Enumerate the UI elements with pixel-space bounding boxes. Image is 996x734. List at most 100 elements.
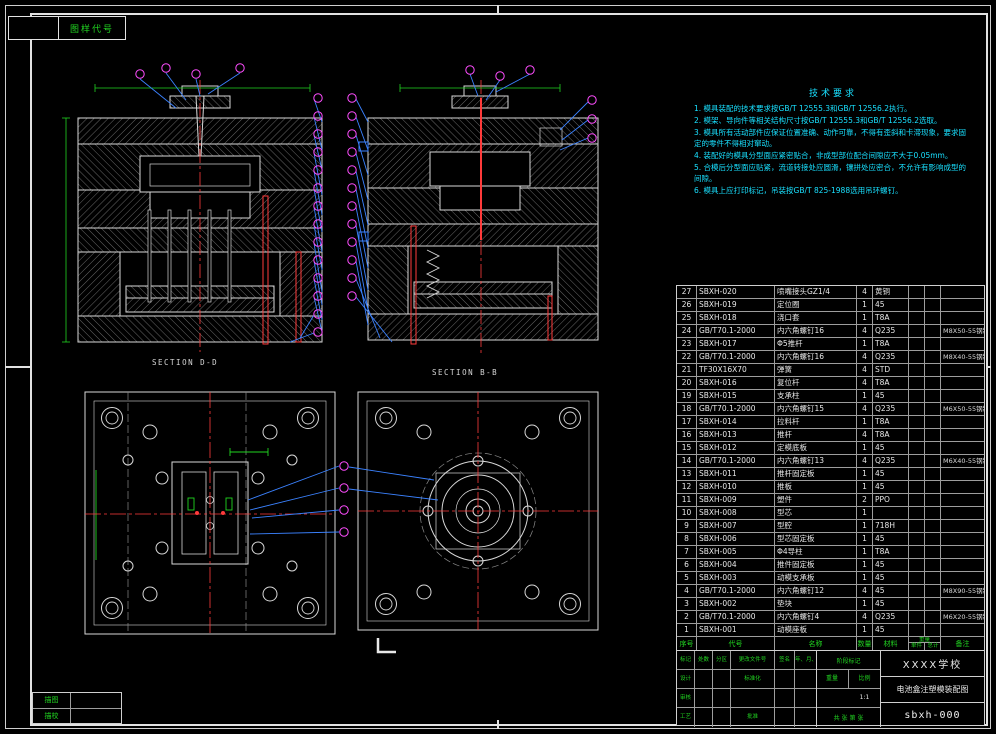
part-remark: M8X50-55钢制 [943, 327, 984, 335]
check-cell [795, 689, 817, 707]
revision-cell: 年、月、日 [795, 657, 817, 663]
part-number: 9 [677, 520, 697, 532]
part-qty: 4 [857, 611, 873, 623]
part-number: 21 [677, 364, 697, 376]
design-cell: 设计 [677, 670, 695, 688]
table-row: 3 SBXH-002 垫块 1 45 [677, 598, 984, 611]
part-code: SBXH-011 [697, 468, 775, 480]
part-number: 24 [677, 325, 697, 337]
part-code: SBXH-009 [697, 494, 775, 506]
tracing-blank-1 [71, 693, 121, 708]
part-qty: 1 [857, 520, 873, 532]
part-code: SBXH-002 [697, 598, 775, 610]
part-total-weight [925, 494, 941, 506]
tracing-block: 描图 描校 [32, 692, 122, 724]
part-remark: M6X40-55钢制 [943, 457, 984, 465]
part-remark [941, 312, 984, 324]
part-total-weight [925, 364, 941, 376]
part-material: Q235 [873, 351, 909, 363]
part-qty: 1 [857, 442, 873, 454]
part-unit-weight [909, 442, 925, 454]
part-unit-weight [909, 286, 925, 298]
part-remark: M6X20-55钢制 [943, 613, 984, 621]
part-unit-weight [909, 390, 925, 402]
part-material: Q235 [873, 403, 909, 415]
part-unit-weight [909, 325, 925, 337]
part-code: SBXH-004 [697, 559, 775, 571]
part-material: Q235 [873, 611, 909, 623]
process-cell [695, 708, 713, 727]
table-row: 25 SBXH-018 浇口套 1 T8A [677, 312, 984, 325]
part-remark [941, 507, 984, 519]
part-name: 内六角螺钉15 [775, 403, 857, 415]
part-qty: 4 [857, 351, 873, 363]
plan2-leaders [348, 466, 439, 501]
part-unit-weight [909, 364, 925, 376]
part-number: 8 [677, 533, 697, 545]
part-name: 内六角螺钉16 [775, 325, 857, 337]
part-qty: 4 [857, 325, 873, 337]
part-material: 45 [873, 299, 909, 311]
table-row: 22 GB/T70.1-2000 内六角螺钉16 4 Q235 M8X40-55… [677, 351, 984, 364]
part-code: SBXH-010 [697, 481, 775, 493]
part-remark [941, 494, 984, 506]
note-line: 6. 模具上应打印标记，吊装按GB/T 825-1988选用吊环螺钉。 [694, 186, 903, 195]
revision-cell: 分区 [713, 651, 731, 669]
part-code: SBXH-017 [697, 338, 775, 350]
part-total-weight [925, 403, 941, 415]
plan1-leaders [247, 465, 340, 535]
header-no: 序号 [677, 637, 697, 650]
part-number: 23 [677, 338, 697, 350]
revision-cell: 标记 [677, 651, 695, 669]
part-remark [941, 299, 984, 311]
part-code: SBXH-012 [697, 442, 775, 454]
part-name: Φ5推杆 [775, 338, 857, 350]
part-name: 塑件 [775, 494, 857, 506]
part-qty: 1 [857, 390, 873, 402]
note-line: 2. 模架、导向件等相关结构尺寸按GB/T 12555.3和GB/T 12556… [694, 116, 942, 125]
design-row: 设计 标准化 [677, 670, 816, 689]
scale-value: 1:1 [859, 694, 870, 701]
table-row: 20 SBXH-016 复位杆 4 T8A [677, 377, 984, 390]
part-number: 27 [677, 286, 697, 298]
table-row: 8 SBXH-006 型芯固定板 1 45 [677, 533, 984, 546]
header-qty: 数量 [857, 637, 873, 650]
part-name: 动模座板 [775, 624, 857, 636]
part-number: 6 [677, 559, 697, 571]
part-qty: 2 [857, 494, 873, 506]
plan1-centerlines [85, 392, 335, 634]
part-name: 定模底板 [775, 442, 857, 454]
part-material: 45 [873, 572, 909, 584]
part-total-weight [925, 377, 941, 389]
part-total-weight [925, 416, 941, 428]
section-label-dd: SECTION D-D [152, 358, 219, 367]
part-material: 45 [873, 598, 909, 610]
part-code: SBXH-016 [697, 377, 775, 389]
part-material: 黄铜 [873, 286, 909, 298]
drawing-code-blank [9, 17, 59, 39]
part-code: GB/T70.1-2000 [697, 585, 775, 597]
part-qty: 1 [857, 507, 873, 519]
header-total: 总计 [927, 643, 939, 649]
part-code: SBXH-003 [697, 572, 775, 584]
part-unit-weight [909, 533, 925, 545]
part-code: SBXH-019 [697, 299, 775, 311]
part-unit-weight [909, 351, 925, 363]
part-qty: 1 [857, 338, 873, 350]
part-material: 45 [873, 442, 909, 454]
part-total-weight [925, 351, 941, 363]
part-number: 15 [677, 442, 697, 454]
part-remark [941, 390, 984, 402]
part-name: 动模支承板 [775, 572, 857, 584]
part-code: SBXH-007 [697, 520, 775, 532]
stage-label: 阶段标记 [817, 651, 880, 670]
part-remark [941, 598, 984, 610]
part-code: GB/T70.1-2000 [697, 403, 775, 415]
revision-cell: 签名 [775, 651, 795, 669]
part-total-weight [925, 455, 941, 467]
part-unit-weight [909, 520, 925, 532]
note-line: 3. 模具所有活动部件应保证位置准确、动作可靠，不得有歪斜和卡滞现象，要求固定的… [694, 128, 967, 148]
part-remark: M8X90-55钢制 [943, 587, 984, 595]
part-material: 45 [873, 559, 909, 571]
part-total-weight [925, 286, 941, 298]
